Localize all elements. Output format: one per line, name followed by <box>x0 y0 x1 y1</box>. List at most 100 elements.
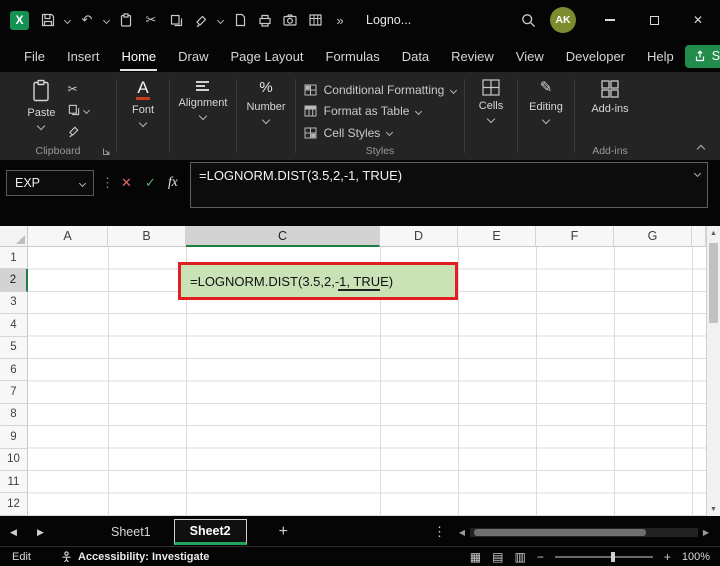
scroll-down-icon[interactable]: ▼ <box>707 502 720 516</box>
column-header-e[interactable]: E <box>458 226 536 247</box>
zoom-slider-thumb[interactable] <box>610 551 615 562</box>
camera-icon[interactable] <box>282 12 298 28</box>
avatar[interactable]: AK <box>550 7 576 33</box>
row-header-6[interactable]: 6 <box>0 358 28 382</box>
format-as-table-button[interactable]: Format as Table <box>304 102 457 120</box>
column-header-b[interactable]: B <box>108 226 186 247</box>
cell-styles-button[interactable]: Cell Styles <box>304 124 457 142</box>
table-icon[interactable] <box>307 12 323 28</box>
formula-bar-drag-handle-icon[interactable]: ⋮ <box>101 175 114 191</box>
zoom-level[interactable]: 100% <box>682 551 710 563</box>
document-title[interactable]: Logno... <box>366 13 411 27</box>
clipboard-dialog-launcher-icon[interactable] <box>102 147 111 156</box>
horizontal-scrollbar[interactable]: ◀ ▶ <box>456 527 712 537</box>
new-sheet-button[interactable]: + <box>279 523 288 541</box>
collapse-ribbon-icon[interactable] <box>696 144 706 154</box>
zoom-slider[interactable] <box>554 551 653 562</box>
excel-logo-icon[interactable]: X <box>10 10 29 30</box>
page-layout-view-icon[interactable]: ▤ <box>492 550 503 564</box>
normal-view-icon[interactable]: ▦ <box>470 550 481 564</box>
minimize-button[interactable] <box>588 0 632 40</box>
page-break-view-icon[interactable]: ▥ <box>514 550 525 564</box>
menu-tab-data[interactable]: Data <box>391 41 440 72</box>
column-header-partial[interactable] <box>692 226 706 247</box>
column-header-f[interactable]: F <box>536 226 614 247</box>
sheet-options-icon[interactable]: ⋮ <box>433 524 446 540</box>
column-header-d[interactable]: D <box>380 226 458 247</box>
vertical-scrollbar[interactable]: ▲ ▼ <box>706 226 720 516</box>
row-header-10[interactable]: 10 <box>0 448 28 471</box>
next-sheet-icon[interactable]: ▶ <box>27 527 54 538</box>
copy-button[interactable] <box>68 103 90 117</box>
undo-dropdown-icon[interactable] <box>102 16 111 24</box>
close-button[interactable]: ✕ <box>676 0 720 40</box>
row-header-4[interactable]: 4 <box>0 314 28 337</box>
zoom-out-icon[interactable]: − <box>537 550 544 564</box>
menu-tab-draw[interactable]: Draw <box>167 41 219 72</box>
active-cell-c2[interactable]: =LOGNORM.DIST(3.5,2,-1, TRUE) <box>178 262 458 300</box>
row-header-3[interactable]: 3 <box>0 291 28 315</box>
name-box[interactable]: EXP <box>6 170 94 196</box>
search-icon[interactable] <box>520 12 536 28</box>
document-icon[interactable] <box>232 12 248 28</box>
accessibility-status[interactable]: Accessibility: Investigate <box>61 551 209 563</box>
share-button[interactable]: Share <box>684 44 720 68</box>
select-all-corner[interactable] <box>0 226 28 247</box>
save-icon[interactable] <box>40 12 56 28</box>
enter-icon[interactable]: ✓ <box>145 175 156 191</box>
row-header-5[interactable]: 5 <box>0 336 28 359</box>
zoom-in-icon[interactable]: + <box>664 550 671 564</box>
vertical-scrollbar-thumb[interactable] <box>709 243 718 323</box>
row-header-9[interactable]: 9 <box>0 426 28 449</box>
menu-tab-help[interactable]: Help <box>636 41 685 72</box>
cut-icon[interactable]: ✂ <box>143 12 159 28</box>
menu-tab-insert[interactable]: Insert <box>56 41 111 72</box>
column-header-a[interactable]: A <box>28 226 108 247</box>
row-header-11[interactable]: 11 <box>0 470 28 494</box>
menu-tab-home[interactable]: Home <box>110 41 167 72</box>
formula-input[interactable]: =LOGNORM.DIST(3.5,2,-1, TRUE) <box>190 162 708 208</box>
insert-function-icon[interactable]: fx <box>168 174 178 190</box>
column-header-c[interactable]: C <box>186 226 380 247</box>
scroll-right-icon[interactable]: ▶ <box>700 528 712 537</box>
previous-sheet-icon[interactable]: ◀ <box>0 527 27 538</box>
format-painter-button[interactable] <box>68 124 89 138</box>
sheet-tab-sheet1[interactable]: Sheet1 <box>96 518 166 546</box>
alignment-group-button[interactable]: Alignment <box>179 79 227 142</box>
menu-tab-view[interactable]: View <box>505 41 555 72</box>
menu-tab-review[interactable]: Review <box>440 41 505 72</box>
row-header-8[interactable]: 8 <box>0 403 28 427</box>
number-group-button[interactable]: % Number <box>246 79 286 142</box>
undo-icon[interactable]: ↶ <box>79 12 95 28</box>
menu-tab-developer[interactable]: Developer <box>555 41 636 72</box>
sheet-tab-sheet2[interactable]: Sheet2 <box>173 519 247 545</box>
conditional-formatting-button[interactable]: Conditional Formatting <box>304 81 458 99</box>
scroll-up-icon[interactable]: ▲ <box>707 226 720 240</box>
row-header-1[interactable]: 1 <box>0 247 28 270</box>
save-dropdown-icon[interactable] <box>63 16 72 24</box>
copy-icon[interactable] <box>168 12 184 28</box>
font-group-button[interactable]: A Font <box>132 79 154 142</box>
maximize-button[interactable] <box>632 0 676 40</box>
row-header-2[interactable]: 2 <box>0 269 28 292</box>
clipboard-icon[interactable] <box>118 12 134 28</box>
cells-group-button[interactable]: Cells <box>479 79 503 142</box>
menu-tab-formulas[interactable]: Formulas <box>315 41 391 72</box>
cancel-icon[interactable]: ✕ <box>121 175 132 191</box>
menu-tab-file[interactable]: File <box>13 41 56 72</box>
paste-button[interactable]: Paste <box>27 79 56 142</box>
cut-button[interactable]: ✂ <box>68 82 89 96</box>
horizontal-scrollbar-track[interactable] <box>470 527 698 537</box>
scroll-left-icon[interactable]: ◀ <box>456 528 468 537</box>
format-painter-dropdown-icon[interactable] <box>216 16 225 24</box>
column-header-g[interactable]: G <box>614 226 692 247</box>
row-header-7[interactable]: 7 <box>0 381 28 404</box>
horizontal-scrollbar-thumb[interactable] <box>474 528 646 536</box>
more-commands-icon[interactable]: » <box>332 12 348 28</box>
format-painter-icon[interactable] <box>193 12 209 28</box>
row-header-12[interactable]: 12 <box>0 493 28 516</box>
addins-button[interactable]: Add-ins <box>591 79 629 142</box>
editing-group-button[interactable]: ✎ Editing <box>529 79 563 142</box>
print-icon[interactable] <box>257 12 273 28</box>
menu-tab-page-layout[interactable]: Page Layout <box>220 41 315 72</box>
